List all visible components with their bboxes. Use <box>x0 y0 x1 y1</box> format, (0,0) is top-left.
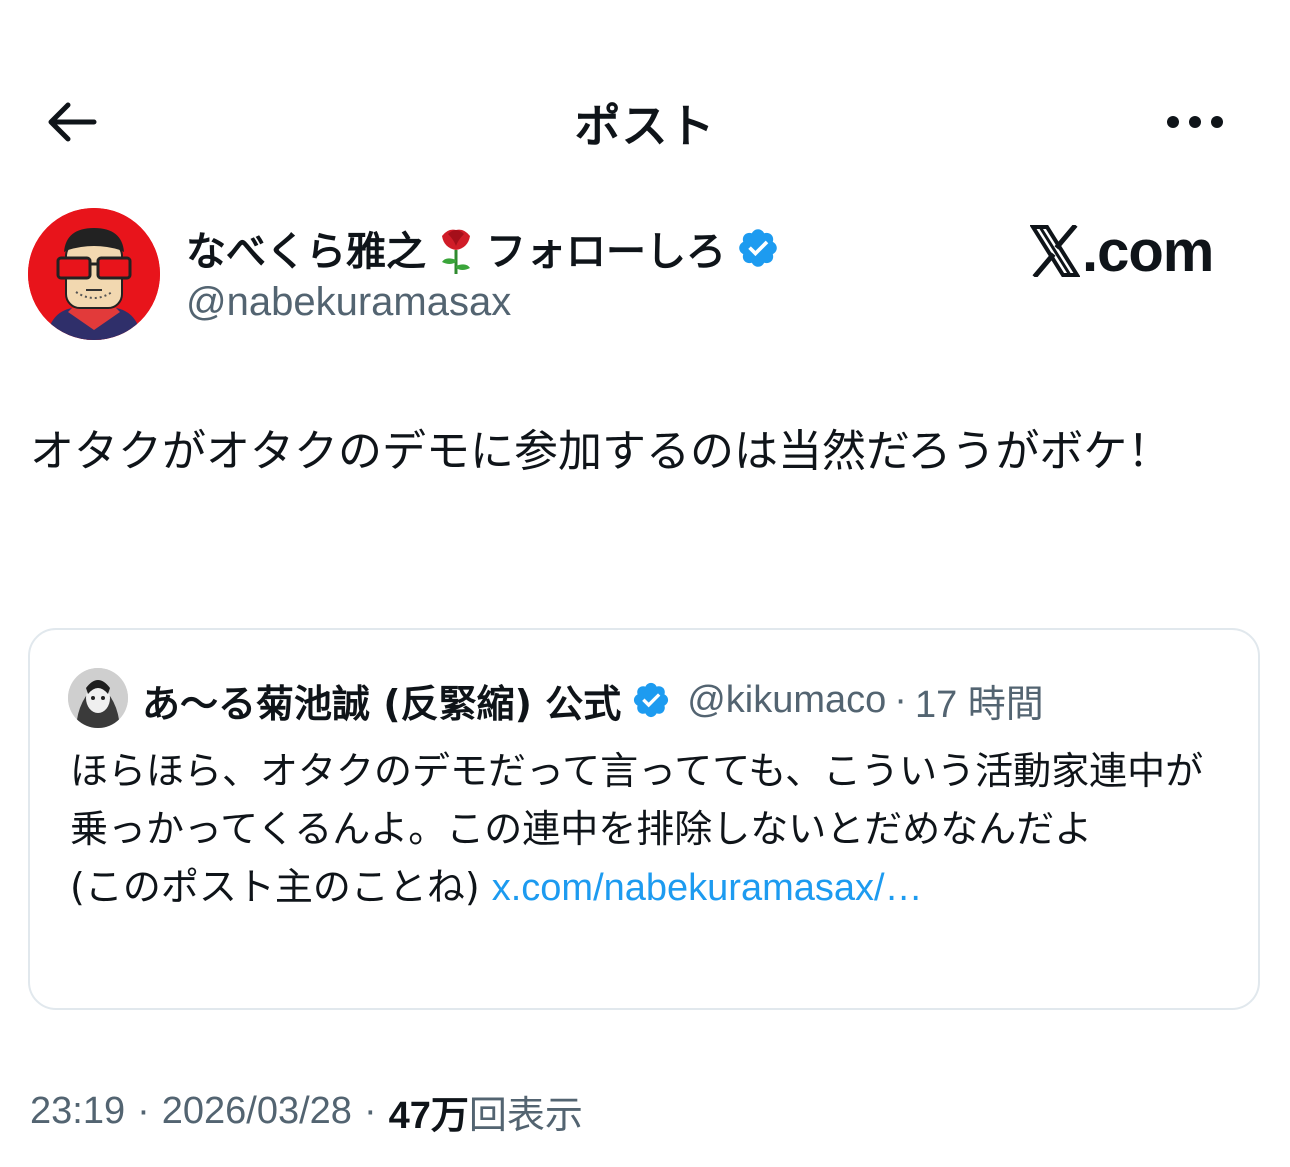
top-navigation-bar: ポスト <box>0 0 1290 180</box>
view-count[interactable]: 47万 <box>389 1084 469 1139</box>
more-horizontal-icon <box>1167 116 1223 128</box>
post-date: 2026/03/28 <box>161 1089 352 1132</box>
x-com-domain: .com <box>1082 218 1214 284</box>
separator-dot: · <box>894 678 907 721</box>
author-avatar[interactable] <box>28 208 160 340</box>
x-logo-icon <box>1030 225 1080 277</box>
separator-dot: · <box>137 1089 150 1132</box>
avatar-illustration <box>28 208 160 340</box>
quoted-author-name: あ〜る菊池誠 (反緊縮) 公式 <box>142 681 622 726</box>
separator-dot: · <box>363 1089 377 1132</box>
quoted-author-handle: @kikumaco <box>687 678 887 721</box>
author-name: なべくら雅之 <box>186 229 426 275</box>
view-count-label: 回表示 <box>468 1092 583 1137</box>
quoted-post-card[interactable]: あ〜る菊池誠 (反緊縮) 公式 @kikumaco · 17 時間 ほらほら、オ… <box>28 628 1260 1010</box>
verified-badge-icon <box>634 682 669 718</box>
post-body-text: オタクがオタクのデモに参加するのは当然だろうがボケ！ <box>30 426 1172 477</box>
page-title: ポスト <box>574 99 716 153</box>
quoted-post-time: 17 時間 <box>914 683 1044 726</box>
post-time: 23:19 <box>30 1089 126 1132</box>
quoted-post-link[interactable]: x.com/nabekuramasax/… <box>492 867 923 909</box>
quoted-post-body-line2: (このポスト主のことね) <box>70 865 492 909</box>
verified-badge-icon <box>739 229 777 267</box>
quoted-post-body: ほらほら、オタクのデモだって言ってても、こういう活動家連中が乗っかってくるんよ。… <box>70 749 1204 851</box>
post-metadata: 23:19 · 2026/03/28 · 47万 回表示 <box>30 1084 583 1138</box>
author-handle[interactable]: @nabekuramasax <box>186 280 511 325</box>
x-com-watermark: .com <box>1030 216 1214 286</box>
quoted-post-text: ほらほら、オタクのデモだって言ってても、こういう活動家連中が乗っかってくるんよ。… <box>70 742 1230 917</box>
quoted-avatar-illustration <box>68 668 128 728</box>
author-name-row[interactable]: なべくら雅之 フォローしろ <box>186 218 780 278</box>
more-options-button[interactable] <box>1160 100 1230 144</box>
author-name-suffix: フォローしろ <box>486 229 726 275</box>
rose-icon <box>442 229 470 274</box>
quoted-author-avatar <box>68 668 128 728</box>
quoted-post-header: あ〜る菊池誠 (反緊縮) 公式 @kikumaco · 17 時間 <box>142 670 1044 730</box>
